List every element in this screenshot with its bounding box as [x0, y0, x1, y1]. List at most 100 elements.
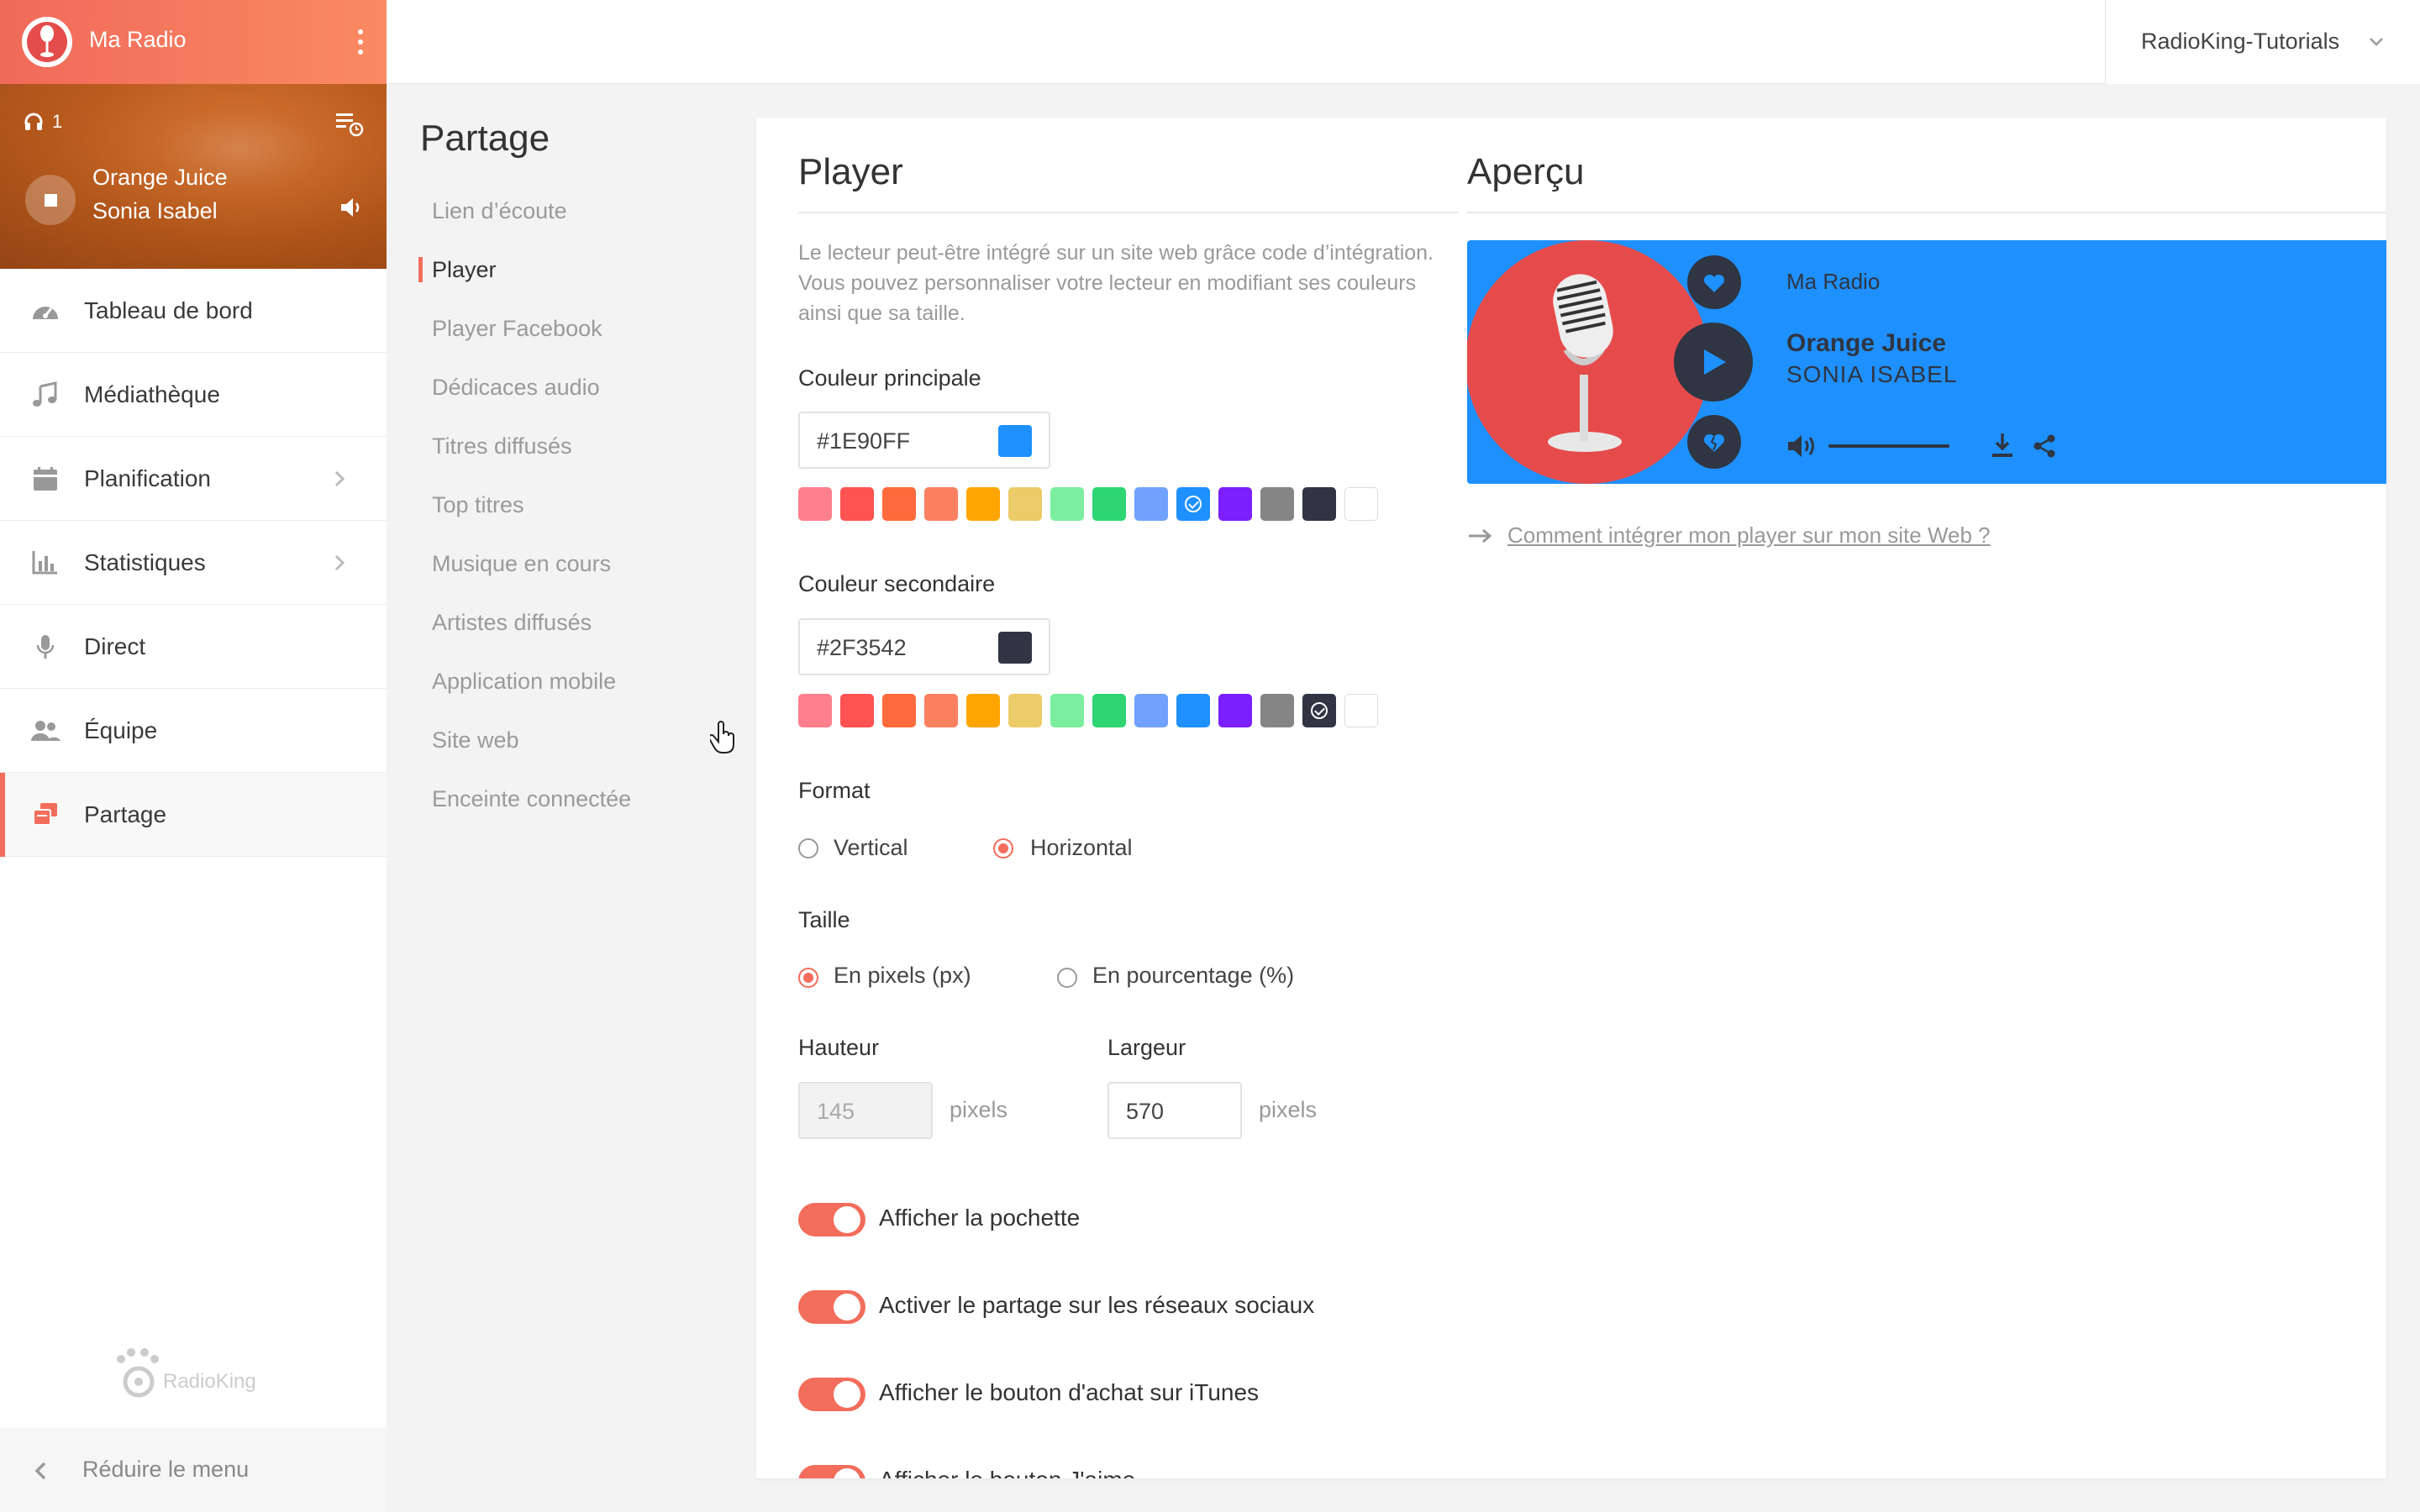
subnav-item-facebook-player[interactable]: Player Facebook [432, 316, 602, 342]
like-button[interactable] [1687, 255, 1741, 309]
secondary-color-swatch[interactable] [798, 694, 832, 727]
secondary-color-input[interactable] [817, 633, 985, 662]
secondary-color-swatch[interactable] [1302, 694, 1336, 727]
primary-color-swatch[interactable] [882, 487, 916, 521]
size-pixels-radio[interactable] [798, 968, 818, 988]
height-label: Hauteur [798, 1035, 880, 1060]
account-selector[interactable]: RadioKing-Tutorials [2105, 0, 2420, 84]
sidebar-item-share[interactable]: Partage [0, 773, 387, 857]
secondary-color-swatch[interactable] [1176, 694, 1210, 727]
secondary-color-preview[interactable] [998, 632, 1032, 664]
sidebar-item-label: Partage [84, 801, 167, 827]
social-share-label: Activer le partage sur les réseaux socia… [879, 1292, 1315, 1318]
show-cover-label: Afficher la pochette [879, 1205, 1081, 1231]
secondary-color-swatch[interactable] [1344, 694, 1378, 727]
size-pixels-label[interactable]: En pixels (px) [834, 963, 971, 989]
primary-color-label: Couleur principale [798, 365, 981, 391]
secondary-color-swatch[interactable] [882, 694, 916, 727]
subnav-item-played-artists[interactable]: Artistes diffusés [432, 610, 592, 636]
size-label: Taille [798, 907, 850, 932]
subnav-item-played-tracks[interactable]: Titres diffusés [432, 433, 572, 459]
secondary-color-swatch[interactable] [924, 694, 958, 727]
embed-help-link[interactable]: Comment intégrer mon player sur mon site… [1507, 522, 1991, 549]
primary-color-swatch[interactable] [798, 487, 832, 521]
subnav-item-current-music[interactable]: Musique en cours [432, 551, 611, 577]
preview-section-title: Aperçu [1467, 151, 1585, 192]
check-icon [1311, 702, 1328, 719]
primary-color-swatch[interactable] [1134, 487, 1168, 521]
volume-icon[interactable] [339, 197, 363, 218]
secondary-color-swatch[interactable] [1008, 694, 1042, 727]
playlist-history-icon[interactable] [334, 109, 365, 138]
show-cover-toggle[interactable] [798, 1203, 865, 1236]
primary-color-preview[interactable] [998, 425, 1032, 457]
listener-count: 1 [52, 111, 63, 132]
collapse-menu-button[interactable]: Réduire le menu [0, 1428, 387, 1512]
subnav-item-audio-dedications[interactable]: Dédicaces audio [432, 375, 600, 401]
play-button[interactable] [1674, 323, 1753, 402]
social-share-toggle[interactable] [798, 1290, 865, 1324]
primary-color-input[interactable] [817, 427, 985, 455]
format-vertical-radio[interactable] [798, 838, 818, 858]
format-horizontal-label[interactable]: Horizontal [1030, 835, 1133, 861]
sidebar-item-dashboard[interactable]: Tableau de bord [0, 269, 387, 353]
like-button-toggle[interactable] [798, 1465, 865, 1478]
volume-icon[interactable] [1786, 433, 1817, 459]
secondary-color-field[interactable] [798, 618, 1050, 675]
station-header[interactable]: Ma Radio [0, 0, 387, 84]
secondary-color-swatch[interactable] [966, 694, 1000, 727]
album-cover [1467, 240, 1709, 484]
subnav-item-top-tracks[interactable]: Top titres [432, 492, 524, 518]
primary-color-swatch[interactable] [1302, 487, 1336, 521]
primary-color-swatch[interactable] [1092, 487, 1126, 521]
sidebar-item-media-library[interactable]: Médiathèque [0, 353, 387, 437]
player-settings-panel: Player Le lecteur peut-être intégré sur … [756, 118, 2386, 1478]
now-playing-artist: Sonia Isabel [92, 198, 218, 223]
secondary-color-swatch[interactable] [1218, 694, 1252, 727]
primary-color-swatch[interactable] [966, 487, 1000, 521]
primary-color-swatch[interactable] [1218, 487, 1252, 521]
width-unit: pixels [1259, 1097, 1318, 1122]
primary-color-swatch[interactable] [1176, 487, 1210, 521]
sidebar-item-team[interactable]: Équipe [0, 689, 387, 773]
preview-station-name: Ma Radio [1786, 269, 1881, 294]
subnav-item-listen-link[interactable]: Lien d’écoute [432, 198, 567, 224]
secondary-color-swatch[interactable] [840, 694, 874, 727]
dislike-button[interactable] [1687, 415, 1741, 469]
primary-color-swatch[interactable] [1260, 487, 1294, 521]
secondary-color-swatch[interactable] [1260, 694, 1294, 727]
format-horizontal-radio[interactable] [993, 838, 1013, 858]
microphone-logo-icon [40, 25, 54, 57]
subnav-item-player[interactable]: Player [432, 257, 497, 283]
subnav-item-smart-speaker[interactable]: Enceinte connectée [432, 786, 631, 812]
kebab-menu-icon[interactable] [348, 27, 373, 60]
microphone-illustration [1548, 274, 1622, 452]
format-vertical-label[interactable]: Vertical [834, 835, 908, 861]
primary-color-swatch[interactable] [840, 487, 874, 521]
primary-color-swatch[interactable] [924, 487, 958, 521]
download-icon[interactable] [1990, 432, 2015, 459]
size-percent-label[interactable]: En pourcentage (%) [1092, 963, 1294, 989]
primary-color-swatch[interactable] [1050, 487, 1084, 521]
primary-color-swatch[interactable] [1008, 487, 1042, 521]
size-percent-radio[interactable] [1057, 968, 1077, 988]
width-field[interactable] [1107, 1082, 1242, 1139]
itunes-button-toggle[interactable] [798, 1378, 865, 1411]
like-button-label: Afficher le bouton J'aime [879, 1467, 1135, 1478]
secondary-color-swatch[interactable] [1134, 694, 1168, 727]
stop-button[interactable] [25, 175, 76, 225]
share-icon[interactable] [2032, 433, 2057, 459]
sidebar-item-live[interactable]: Direct [0, 605, 387, 689]
secondary-color-swatch[interactable] [1092, 694, 1126, 727]
subnav-item-website[interactable]: Site web [432, 727, 519, 753]
secondary-color-swatch[interactable] [1050, 694, 1084, 727]
primary-color-swatch[interactable] [1344, 487, 1378, 521]
primary-color-field[interactable] [798, 412, 1050, 469]
account-name: RadioKing-Tutorials [2141, 29, 2340, 54]
volume-slider[interactable] [1828, 444, 1949, 448]
sidebar-item-planning[interactable]: Planification [0, 437, 387, 521]
sidebar-item-statistics[interactable]: Statistiques [0, 521, 387, 605]
subnav-item-mobile-app[interactable]: Application mobile [432, 669, 616, 695]
headphones-icon [24, 113, 43, 130]
width-input[interactable] [1126, 1097, 1227, 1126]
